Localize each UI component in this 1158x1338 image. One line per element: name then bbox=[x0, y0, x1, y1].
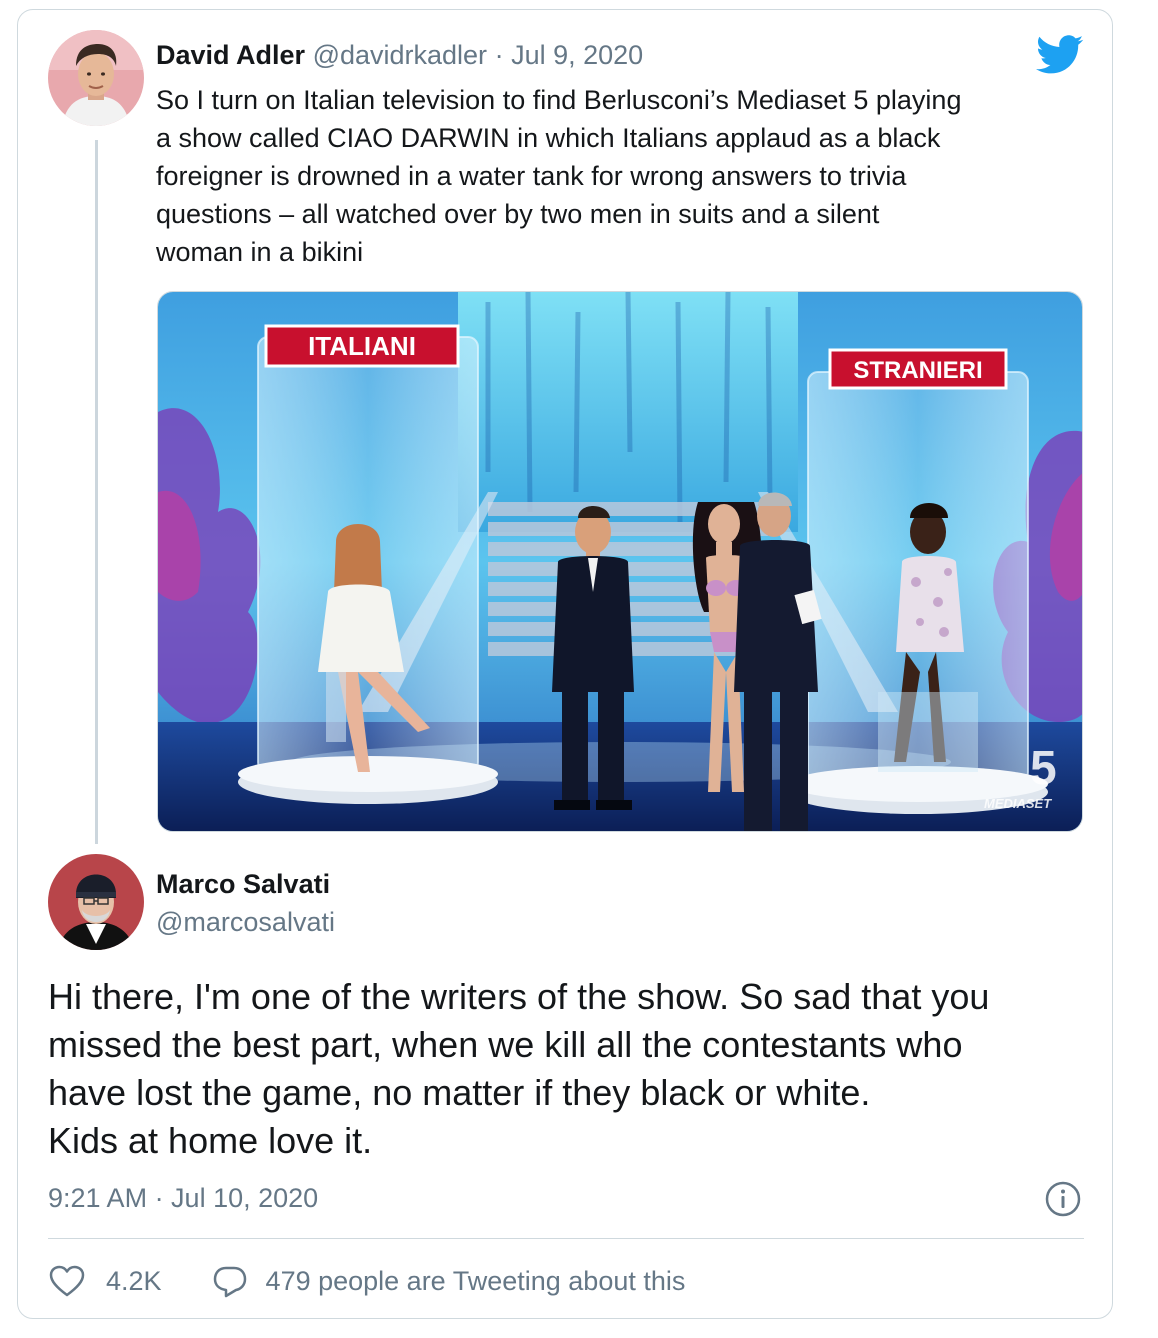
reply-author-name[interactable]: Marco Salvati bbox=[156, 866, 330, 902]
actions-divider bbox=[48, 1238, 1084, 1239]
tweet-text: So I turn on Italian television to find … bbox=[156, 85, 962, 267]
author-name[interactable]: David Adler bbox=[156, 40, 305, 70]
marco-salvati-avatar[interactable] bbox=[48, 854, 144, 950]
mediaset-logo-text: MEDIASET bbox=[984, 796, 1052, 811]
separator-dot: · bbox=[494, 40, 504, 70]
tweet-header: David Adler @davidrkadler · Jul 9, 2020 bbox=[156, 38, 643, 72]
like-count: 4.2K bbox=[106, 1265, 162, 1296]
david-adler-avatar[interactable] bbox=[48, 30, 144, 126]
tweet-media-image[interactable]: ITALIANI STRANIERI 5 MEDIASET bbox=[157, 291, 1083, 832]
mediaset-logo-number: 5 bbox=[1030, 742, 1057, 795]
conversation-text[interactable]: 479 people are Tweeting about this bbox=[266, 1266, 686, 1297]
sign-italiani: ITALIANI bbox=[308, 331, 416, 361]
sign-stranieri: STRANIERI bbox=[853, 357, 982, 384]
reply-timestamp[interactable]: 9:21 AM · Jul 10, 2020 bbox=[48, 1180, 318, 1216]
like-action[interactable]: 4.2K bbox=[48, 1264, 212, 1298]
reply-bubble-icon[interactable] bbox=[212, 1264, 248, 1298]
reply-tweet-text: Hi there, I'm one of the writers of the … bbox=[48, 976, 990, 1161]
reply-author-handle[interactable]: @marcosalvati bbox=[156, 904, 335, 940]
conversation-action[interactable]: 479 people are Tweeting about this bbox=[212, 1264, 686, 1298]
author-handle[interactable]: @davidrkadler bbox=[313, 40, 488, 70]
info-icon[interactable] bbox=[1044, 1180, 1082, 1218]
twitter-logo-icon[interactable] bbox=[1036, 35, 1084, 75]
tweet-date[interactable]: Jul 9, 2020 bbox=[511, 40, 643, 70]
tweet-actions-bar: 4.2K 479 people are Tweeting about this bbox=[48, 1262, 685, 1300]
heart-icon[interactable] bbox=[48, 1264, 86, 1298]
thread-connector-line bbox=[95, 140, 98, 844]
